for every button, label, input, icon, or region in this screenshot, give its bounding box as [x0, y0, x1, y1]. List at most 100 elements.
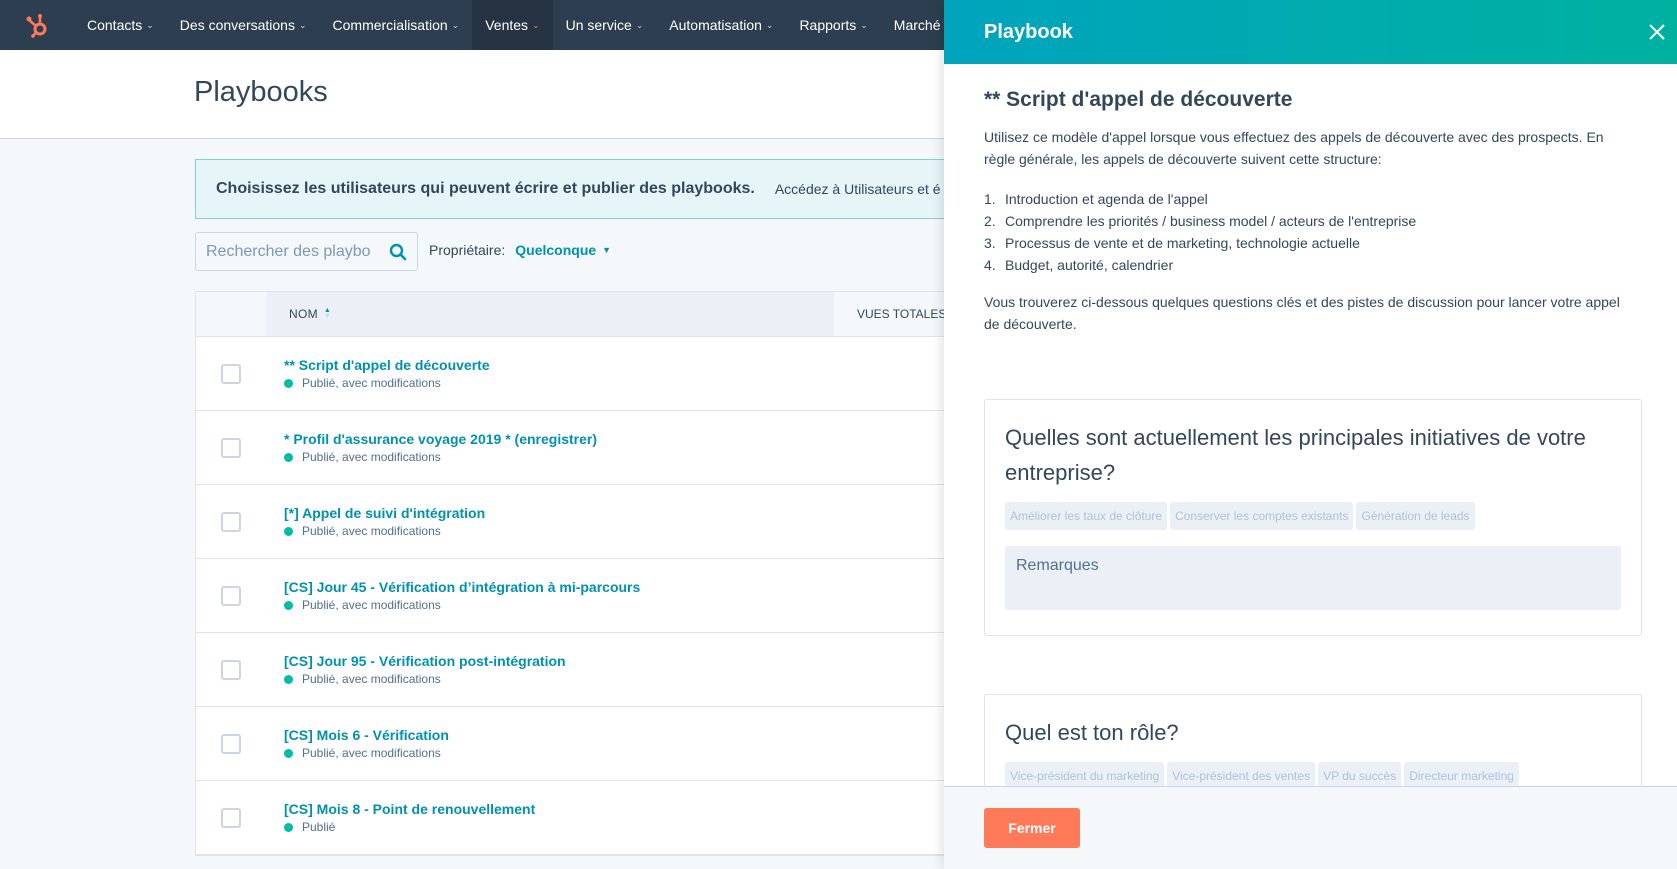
playbook-title: ** Script d'appel de découverte: [984, 88, 1293, 111]
status-dot-icon: [284, 452, 293, 462]
chevron-down-icon: ⌄: [146, 19, 154, 30]
playbooks-table: NOM ▲ ▼ VUES TOTALES ** Script d'appel de…: [195, 291, 955, 856]
row-checkbox[interactable]: [221, 363, 241, 384]
step-item: 1. Introduction et agenda de l'appel: [984, 188, 1637, 210]
row-content: * Profil d'assurance voyage 2019 * (enre…: [284, 431, 597, 464]
row-content: [CS] Mois 8 - Point de renouvellement Pub…: [284, 801, 535, 834]
question-text: Quel est ton rôle?: [1005, 720, 1179, 745]
owner-filter-dropdown[interactable]: Quelconque: [515, 242, 596, 258]
caret-down-icon[interactable]: ▼: [602, 245, 611, 255]
table-row: [CS] Jour 95 - Vérification post-intégra…: [196, 633, 954, 707]
row-checkbox[interactable]: [221, 585, 241, 606]
table-row: * Profil d'assurance voyage 2019 * (enre…: [196, 411, 954, 485]
playbook-link[interactable]: [CS] Mois 6 - Vérification: [284, 727, 449, 743]
playbook-link[interactable]: [CS] Jour 45 - Vérification d’intégratio…: [284, 579, 640, 595]
status-dot-icon: [284, 378, 293, 388]
answer-tag[interactable]: Améliorer les taux de clôture: [1005, 502, 1168, 530]
search-icon[interactable]: [389, 243, 407, 261]
step-text: Budget, autorité, calendrier: [1005, 257, 1174, 273]
nav-label: Rapports: [799, 17, 857, 33]
row-checkbox[interactable]: [221, 437, 241, 458]
playbook-link[interactable]: * Profil d'assurance voyage 2019 * (enre…: [284, 431, 597, 447]
panel-footer: Fermer: [944, 786, 1677, 869]
table-row: ** Script d'appel de découverte Publié, a…: [196, 337, 954, 411]
search-input[interactable]: [206, 242, 371, 261]
step-item: 3. Processus de vente et de marketing, te…: [984, 232, 1637, 254]
nav-item-contacts[interactable]: Contacts ⌄: [74, 0, 167, 50]
table-body: ** Script d'appel de découverte Publié, a…: [196, 337, 954, 855]
row-content: [CS] Jour 45 - Vérification d’intégratio…: [284, 579, 640, 612]
row-content: [CS] Mois 6 - Vérification Publié, avec m…: [284, 727, 449, 760]
nav-label: Des conversations: [179, 17, 295, 33]
status-badge: Publié, avec modifications: [284, 598, 640, 612]
question-text: Quelles sont actuellement les principale…: [1005, 425, 1586, 485]
playbook-link[interactable]: [*] Appel de suivi d'intégration: [284, 505, 485, 521]
banner-link[interactable]: Accédez à Utilisateurs et é: [775, 181, 941, 197]
chevron-down-icon: ⌄: [860, 19, 868, 30]
step-text: Introduction et agenda de l'appel: [1005, 191, 1208, 207]
nav-item-sales[interactable]: Ventes ⌄: [472, 0, 553, 50]
step-item: 2. Comprendre les priorités / business mo…: [984, 210, 1637, 232]
status-text: Publié, avec modifications: [302, 376, 441, 390]
step-text: Processus de vente et de marketing, tech…: [1005, 235, 1360, 251]
nav-item-marketing[interactable]: Commercialisation ⌄: [320, 0, 473, 50]
column-header-name[interactable]: NOM ▲ ▼: [266, 292, 834, 336]
playbook-panel: Playbook ** Script d'appel de découverte…: [944, 0, 1677, 869]
banner-message: Choisissez les utilisateurs qui peuvent …: [216, 180, 755, 197]
close-icon[interactable]: [1647, 22, 1667, 42]
row-checkbox[interactable]: [221, 511, 241, 532]
answer-tag[interactable]: Génération de leads: [1356, 502, 1475, 530]
question-card: Quelles sont actuellement les principale…: [984, 399, 1642, 636]
permissions-banner: Choisissez les utilisateurs qui peuvent …: [195, 159, 955, 219]
panel-title: Playbook: [984, 20, 1073, 43]
status-badge: Publié: [284, 820, 535, 834]
answer-tag[interactable]: Vice-président des ventes: [1167, 762, 1316, 786]
answer-tag[interactable]: VP du succès: [1318, 762, 1402, 786]
answer-tag[interactable]: Conserver les comptes existants: [1170, 502, 1354, 530]
row-checkbox[interactable]: [221, 659, 241, 680]
status-badge: Publié, avec modifications: [284, 450, 597, 464]
playbook-link[interactable]: ** Script d'appel de découverte: [284, 357, 490, 373]
hubspot-logo-icon[interactable]: [0, 0, 74, 50]
owner-filter: Propriétaire: Quelconque ▼: [429, 242, 611, 258]
chevron-down-icon: ⌄: [532, 19, 540, 30]
notes-input[interactable]: [1005, 546, 1621, 610]
nav-item-reports[interactable]: Rapports ⌄: [786, 0, 880, 50]
step-text: Comprendre les priorités / business mode…: [1005, 213, 1417, 229]
playbook-link[interactable]: [CS] Mois 8 - Point de renouvellement: [284, 801, 535, 817]
answer-tags: Vice-président du marketing Vice-préside…: [1005, 762, 1621, 786]
page-title: Playbooks: [194, 76, 328, 108]
step-number: 3.: [984, 235, 996, 251]
header-checkbox-cell: [196, 292, 266, 336]
status-badge: Publié, avec modifications: [284, 524, 485, 538]
table-header: NOM ▲ ▼ VUES TOTALES: [196, 292, 954, 337]
answer-tags: Améliorer les taux de clôture Conserver …: [1005, 502, 1621, 530]
status-text: Publié, avec modifications: [302, 450, 441, 464]
row-content: [*] Appel de suivi d'intégration Publié, …: [284, 505, 485, 538]
row-checkbox[interactable]: [221, 807, 241, 828]
playbook-outro: Vous trouverez ci-dessous quelques quest…: [984, 294, 1620, 332]
status-text: Publié: [302, 820, 336, 834]
status-badge: Publié, avec modifications: [284, 672, 566, 686]
chevron-down-icon: ⌄: [635, 19, 644, 30]
nav-item-automation[interactable]: Automatisation ⌄: [656, 0, 786, 50]
status-text: Publié, avec modifications: [302, 598, 441, 612]
row-checkbox[interactable]: [221, 733, 241, 754]
nav-label: Un service: [565, 17, 632, 33]
close-button[interactable]: Fermer: [984, 808, 1080, 848]
nav-item-service[interactable]: Un service ⌄: [553, 0, 657, 50]
status-text: Publié, avec modifications: [302, 524, 441, 538]
table-row: [CS] Jour 45 - Vérification d’intégratio…: [196, 559, 954, 633]
step-number: 1.: [984, 191, 996, 207]
playbook-link[interactable]: [CS] Jour 95 - Vérification post-intégra…: [284, 653, 566, 669]
step-number: 2.: [984, 213, 996, 229]
answer-tag[interactable]: Directeur marketing: [1404, 762, 1519, 786]
page-header: Playbooks: [0, 50, 944, 139]
panel-body[interactable]: ** Script d'appel de découverte Utilisez…: [944, 64, 1677, 786]
status-dot-icon: [284, 600, 293, 610]
nav-label: Ventes: [485, 17, 529, 33]
answer-tag[interactable]: Vice-président du marketing: [1005, 762, 1165, 786]
nav-item-conversations[interactable]: Des conversations ⌄: [167, 0, 320, 50]
column-label: VUES TOTALES: [857, 307, 947, 321]
column-header-views[interactable]: VUES TOTALES: [834, 292, 954, 336]
